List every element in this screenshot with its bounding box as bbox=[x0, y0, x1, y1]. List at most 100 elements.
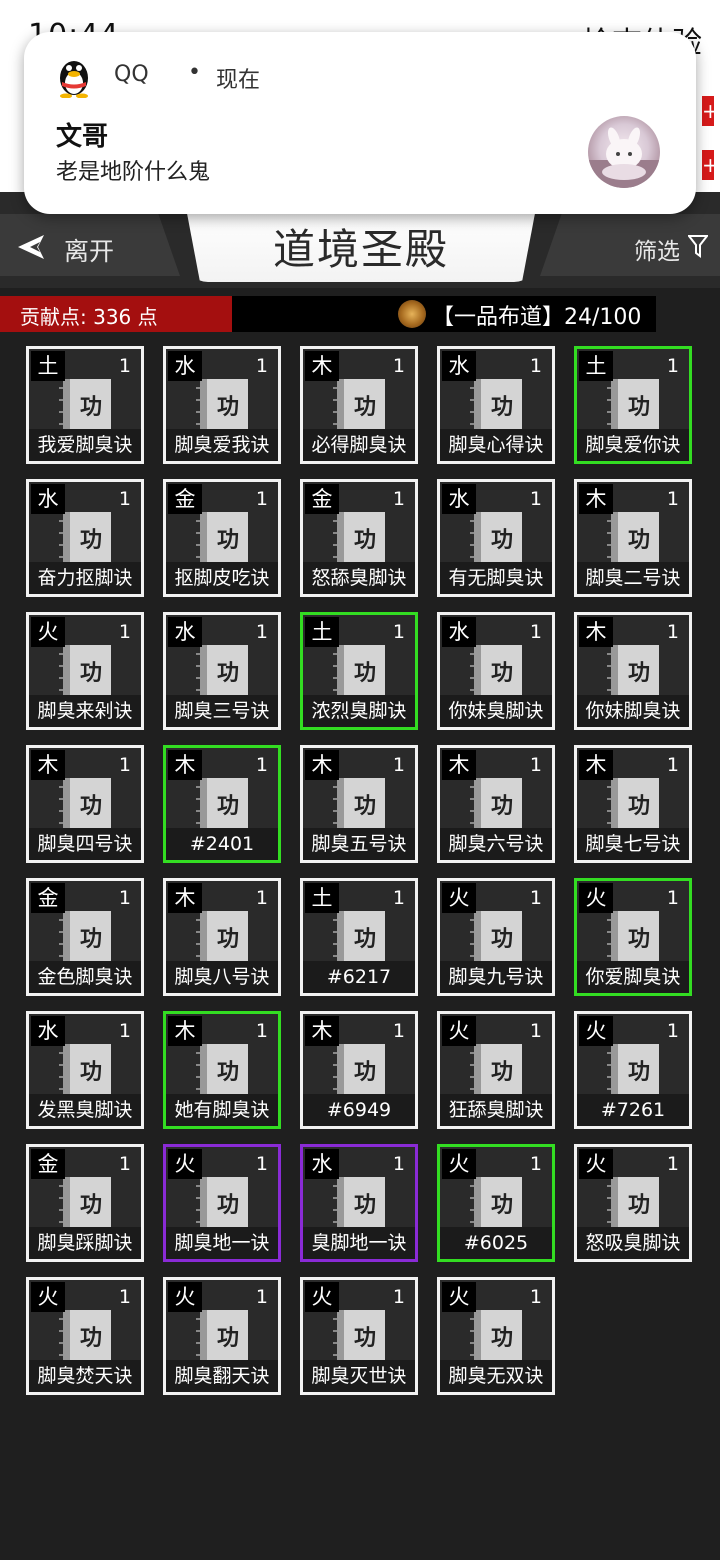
skill-glyph: 功 bbox=[490, 926, 513, 952]
skill-glyph: 功 bbox=[216, 394, 239, 420]
skill-card[interactable]: 功火 1 怒吸臭脚诀 bbox=[574, 1144, 692, 1262]
skill-name: 怒吸臭脚诀 bbox=[577, 1227, 689, 1259]
skill-glyph: 功 bbox=[627, 1192, 650, 1218]
skill-card[interactable]: 功木 1 必得脚臭诀 bbox=[300, 346, 418, 464]
skill-card[interactable]: 功火 1 你爱脚臭诀 bbox=[574, 878, 692, 996]
card-count: 1 bbox=[118, 1020, 131, 1042]
card-count: 1 bbox=[666, 1020, 679, 1042]
element-badge: 火 bbox=[168, 1282, 202, 1312]
skill-glyph: 功 bbox=[490, 394, 513, 420]
skill-name: 脚臭爱我诀 bbox=[166, 429, 278, 461]
card-count: 1 bbox=[666, 1153, 679, 1175]
skill-card[interactable]: 功水 1 脚臭三号诀 bbox=[163, 612, 281, 730]
skill-card[interactable]: 功木 1 脚臭二号诀 bbox=[574, 479, 692, 597]
skill-card[interactable]: 功火 1 脚臭焚天诀 bbox=[26, 1277, 144, 1395]
element-badge: 水 bbox=[31, 1016, 65, 1046]
skill-card[interactable]: 功木 1 脚臭七号诀 bbox=[574, 745, 692, 863]
skill-card[interactable]: 功火 1 脚臭地一诀 bbox=[163, 1144, 281, 1262]
skill-card[interactable]: 功火 1 脚臭来剁诀 bbox=[26, 612, 144, 730]
skill-card[interactable]: 功木 1 脚臭四号诀 bbox=[26, 745, 144, 863]
skill-card[interactable]: 功金 1 抠脚皮吃诀 bbox=[163, 479, 281, 597]
skill-card[interactable]: 功金 1 脚臭踩脚诀 bbox=[26, 1144, 144, 1262]
card-count: 1 bbox=[666, 887, 679, 909]
skill-card[interactable]: 功火 1 #7261 bbox=[574, 1011, 692, 1129]
skill-card[interactable]: 功水 1 奋力抠脚诀 bbox=[26, 479, 144, 597]
element-badge: 火 bbox=[305, 1282, 339, 1312]
element-badge: 火 bbox=[31, 617, 65, 647]
skill-card[interactable]: 功金 1 怒舔臭脚诀 bbox=[300, 479, 418, 597]
skill-card[interactable]: 功火 1 狂舔臭脚诀 bbox=[437, 1011, 555, 1129]
element-badge: 火 bbox=[579, 1016, 613, 1046]
skill-card[interactable]: 功木 1 #6949 bbox=[300, 1011, 418, 1129]
skill-glyph: 功 bbox=[216, 1325, 239, 1351]
skill-glyph: 功 bbox=[353, 793, 376, 819]
skill-name: #2401 bbox=[166, 828, 278, 860]
skill-name: 她有脚臭诀 bbox=[166, 1094, 278, 1126]
skill-card[interactable]: 功木 1 她有脚臭诀 bbox=[163, 1011, 281, 1129]
filter-icon[interactable] bbox=[688, 234, 708, 258]
skill-card[interactable]: 功水 1 发黑臭脚诀 bbox=[26, 1011, 144, 1129]
skill-name: 金色脚臭诀 bbox=[29, 961, 141, 993]
skill-name: 你妹脚臭诀 bbox=[577, 695, 689, 727]
skill-card[interactable]: 功木 1 脚臭六号诀 bbox=[437, 745, 555, 863]
skill-name: 脚臭灭世诀 bbox=[303, 1360, 415, 1392]
skill-card[interactable]: 功土 1 浓烈臭脚诀 bbox=[300, 612, 418, 730]
skill-name: 怒舔臭脚诀 bbox=[303, 562, 415, 594]
skill-name: #7261 bbox=[577, 1094, 689, 1126]
skill-glyph: 功 bbox=[353, 394, 376, 420]
card-count: 1 bbox=[392, 488, 405, 510]
card-count: 1 bbox=[392, 1153, 405, 1175]
skill-card[interactable]: 功水 1 有无脚臭诀 bbox=[437, 479, 555, 597]
skill-card[interactable]: 功木 1 你妹脚臭诀 bbox=[574, 612, 692, 730]
skill-glyph: 功 bbox=[79, 660, 102, 686]
game-screen: 10:44 检查体验 + + QQ • 现在 文哥 老是地阶什么鬼 bbox=[0, 0, 720, 1560]
skill-glyph: 功 bbox=[79, 527, 102, 553]
skill-card[interactable]: 功土 1 我爱脚臭诀 bbox=[26, 346, 144, 464]
skill-glyph: 功 bbox=[79, 793, 102, 819]
skill-card[interactable]: 功火 1 #6025 bbox=[437, 1144, 555, 1262]
skill-card[interactable]: 功木 1 #2401 bbox=[163, 745, 281, 863]
red-plus-icon[interactable]: + bbox=[702, 150, 719, 180]
red-plus-icon[interactable]: + bbox=[702, 96, 719, 126]
skill-card[interactable]: 功水 1 脚臭爱我诀 bbox=[163, 346, 281, 464]
rank-medal-icon bbox=[398, 300, 426, 328]
skill-card[interactable]: 功火 1 脚臭灭世诀 bbox=[300, 1277, 418, 1395]
skill-card[interactable]: 功木 1 脚臭八号诀 bbox=[163, 878, 281, 996]
skill-card[interactable]: 功火 1 脚臭无双诀 bbox=[437, 1277, 555, 1395]
element-badge: 木 bbox=[442, 750, 476, 780]
skill-card[interactable]: 功土 1 #6217 bbox=[300, 878, 418, 996]
skill-glyph: 功 bbox=[79, 1059, 102, 1085]
skill-card[interactable]: 功水 1 臭脚地一诀 bbox=[300, 1144, 418, 1262]
element-badge: 金 bbox=[305, 484, 339, 514]
skill-glyph: 功 bbox=[216, 793, 239, 819]
skill-card[interactable]: 功水 1 你妹臭脚诀 bbox=[437, 612, 555, 730]
element-badge: 水 bbox=[442, 351, 476, 381]
card-count: 1 bbox=[118, 1153, 131, 1175]
skill-glyph: 功 bbox=[216, 1059, 239, 1085]
skill-card[interactable]: 功火 1 脚臭九号诀 bbox=[437, 878, 555, 996]
card-count: 1 bbox=[255, 621, 268, 643]
skill-name: #6949 bbox=[303, 1094, 415, 1126]
skill-glyph: 功 bbox=[627, 394, 650, 420]
skill-glyph: 功 bbox=[79, 394, 102, 420]
skill-glyph: 功 bbox=[353, 1059, 376, 1085]
card-count: 1 bbox=[666, 754, 679, 776]
contact-avatar bbox=[588, 116, 660, 188]
skill-name: 脚臭九号诀 bbox=[440, 961, 552, 993]
skill-card[interactable]: 功火 1 脚臭翻天诀 bbox=[163, 1277, 281, 1395]
skill-card[interactable]: 功金 1 金色脚臭诀 bbox=[26, 878, 144, 996]
card-count: 1 bbox=[118, 355, 131, 377]
skill-name: 脚臭翻天诀 bbox=[166, 1360, 278, 1392]
element-badge: 金 bbox=[168, 484, 202, 514]
card-count: 1 bbox=[392, 887, 405, 909]
skill-card[interactable]: 功水 1 脚臭心得诀 bbox=[437, 346, 555, 464]
card-count: 1 bbox=[529, 1286, 542, 1308]
back-arrow-icon[interactable] bbox=[16, 234, 48, 260]
filter-label[interactable]: 筛选 bbox=[634, 232, 680, 266]
element-badge: 木 bbox=[579, 617, 613, 647]
skill-card[interactable]: 功土 1 脚臭爱你诀 bbox=[574, 346, 692, 464]
skill-name: 狂舔臭脚诀 bbox=[440, 1094, 552, 1126]
notification-banner[interactable]: QQ • 现在 文哥 老是地阶什么鬼 bbox=[24, 32, 696, 214]
skill-card[interactable]: 功木 1 脚臭五号诀 bbox=[300, 745, 418, 863]
leave-label[interactable]: 离开 bbox=[64, 232, 114, 268]
